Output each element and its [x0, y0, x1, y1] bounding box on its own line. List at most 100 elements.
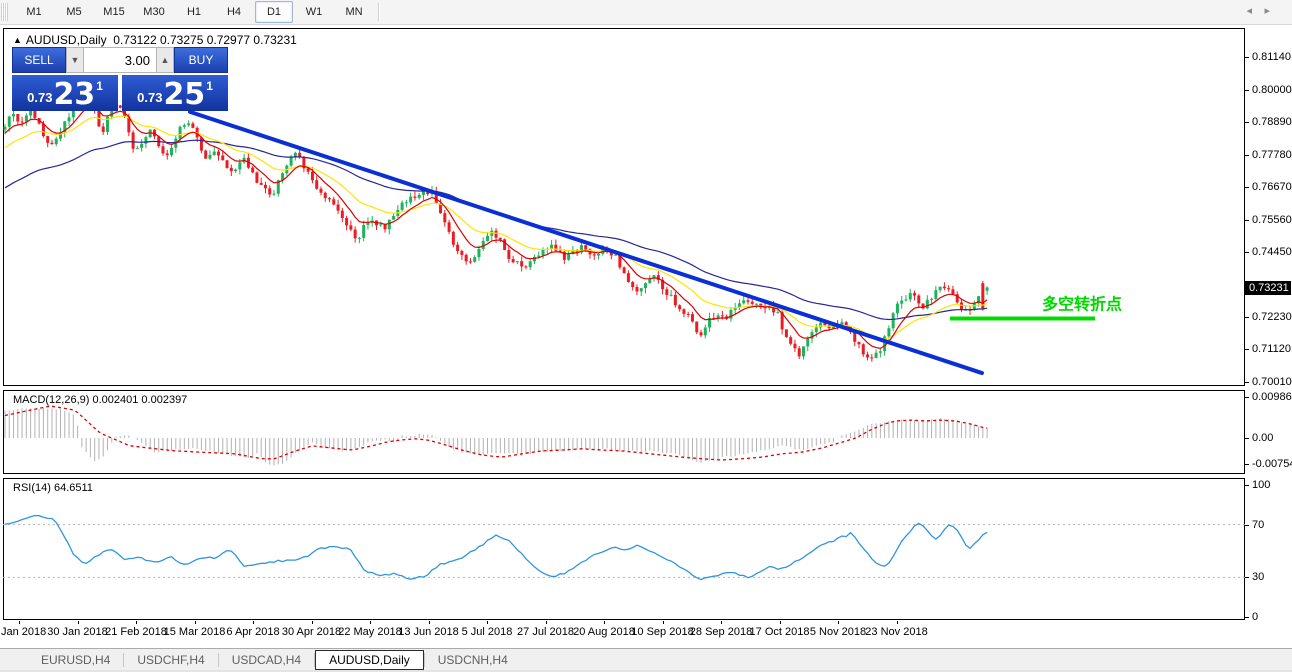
date-tick-mark [19, 621, 20, 624]
sell-button[interactable]: SELL [12, 47, 66, 73]
date-label: 21 Feb 2018 [105, 626, 167, 638]
timeframe-button-m30[interactable]: M30 [135, 1, 173, 23]
price-tick-mark [1245, 122, 1249, 123]
macd-tick-label: -0.007543 [1252, 458, 1292, 470]
date-label: 10 Sep 2018 [631, 626, 693, 638]
rsi-tick-label: 100 [1252, 479, 1270, 491]
date-label: 17 Oct 2018 [750, 626, 810, 638]
buy-price-pips: 25 [163, 81, 205, 109]
timeframe-button-m1[interactable]: M1 [15, 1, 53, 23]
date-tick-mark [429, 621, 430, 624]
rsi-tick-mark [1245, 577, 1249, 578]
date-tick-mark [604, 621, 605, 624]
price-tick-mark [1245, 252, 1249, 253]
date-tick-mark [78, 621, 79, 624]
price-tick-mark [1245, 57, 1249, 58]
timeframe-button-h4[interactable]: H4 [215, 1, 253, 23]
price-tick-mark [1245, 155, 1249, 156]
chart-tab-bar: EURUSD,H4USDCHF,H4USDCAD,H4AUDUSD,DailyU… [0, 648, 1292, 671]
price-tick-label: 0.70010 [1252, 376, 1292, 388]
timeframe-button-mn[interactable]: MN [335, 1, 373, 23]
price-tick-label: 0.72230 [1252, 311, 1292, 323]
mt4-window: M1M5M15M30H1H4D1W1MN 多空转折点 ▲AUDUSD,Daily… [0, 0, 1292, 672]
macd-tick-mark [1245, 464, 1249, 465]
toolbar-grip-icon[interactable] [1, 3, 8, 21]
rsi-label: RSI(14) 64.6511 [13, 482, 93, 494]
sell-price-button[interactable]: 0.73 23 1 [12, 75, 118, 111]
sell-price-base: 0.73 [27, 90, 52, 105]
timeframe-button-m15[interactable]: M15 [95, 1, 133, 23]
date-label: 5 Jul 2018 [462, 626, 513, 638]
tab-scroll-left-icon[interactable]: ◂ [1246, 4, 1252, 17]
date-label: 28 Sep 2018 [690, 626, 752, 638]
macd-indicator-pane[interactable]: MACD(12,26,9) 0.002401 0.002397 [3, 390, 1245, 474]
price-tick-mark [1245, 349, 1249, 350]
date-label: 6 Apr 2018 [226, 626, 279, 638]
buy-button[interactable]: BUY [174, 47, 228, 73]
rsi-tick-label: 0 [1252, 611, 1258, 623]
volume-down-button[interactable]: ▼ [66, 47, 84, 73]
price-tick-label: 0.81140 [1252, 51, 1291, 63]
timeframe-button-h1[interactable]: H1 [175, 1, 213, 23]
date-label: 23 Nov 2018 [865, 626, 927, 638]
tab-scroll-right-icon[interactable]: ▸ [1264, 4, 1270, 17]
chart-tab-usdcnh[interactable]: USDCNH,H4 [425, 650, 521, 670]
date-axis[interactable]: 8 Jan 201830 Jan 201821 Feb 201815 Mar 2… [3, 621, 1245, 645]
date-tick-mark [136, 621, 137, 624]
chart-header: ▲AUDUSD,Daily 0.73122 0.73275 0.72977 0.… [13, 33, 297, 47]
buy-price-pipette: 1 [206, 79, 213, 93]
annotation-text: 多空转折点 [1042, 295, 1122, 314]
date-label: 20 Aug 2018 [573, 626, 635, 638]
date-label: 13 Jun 2018 [398, 626, 459, 638]
date-label: 15 Mar 2018 [164, 626, 226, 638]
toolbar-separator [378, 3, 380, 21]
date-label: 30 Jan 2018 [47, 626, 108, 638]
main-chart-pane[interactable]: 多空转折点 ▲AUDUSD,Daily 0.73122 0.73275 0.72… [3, 28, 1245, 386]
price-axis[interactable]: 0.811400.800000.788900.777800.766700.755… [1245, 28, 1292, 645]
rsi-name: RSI(14) [13, 482, 51, 494]
timeframe-button-m5[interactable]: M5 [55, 1, 93, 23]
price-tick-mark [1245, 220, 1249, 221]
price-tick-label: 0.75560 [1252, 214, 1292, 226]
volume-input[interactable]: 3.00 [84, 47, 156, 73]
sell-price-pips: 23 [53, 81, 95, 109]
chart-tab-usdcad[interactable]: USDCAD,H4 [219, 650, 314, 670]
rsi-value: 64.6511 [54, 482, 93, 494]
macd-tick-label: 0.00 [1252, 432, 1273, 444]
rsi-tick-label: 30 [1252, 571, 1264, 583]
chart-tab-usdchf[interactable]: USDCHF,H4 [124, 650, 217, 670]
date-label: 22 May 2018 [338, 626, 402, 638]
date-tick-mark [546, 621, 547, 624]
date-tick-mark [370, 621, 371, 624]
rsi-chart [3, 478, 1245, 620]
current-price-tag: 0.73231 [1245, 281, 1291, 295]
timeframe-button-w1[interactable]: W1 [295, 1, 333, 23]
price-tick-mark [1245, 382, 1249, 383]
price-tick-label: 0.76670 [1252, 181, 1292, 193]
rsi-tick-mark [1245, 485, 1249, 486]
price-tick-label: 0.71120 [1252, 343, 1291, 355]
date-label: 30 Apr 2018 [282, 626, 341, 638]
date-label: 8 Jan 2018 [0, 626, 46, 638]
price-tick-mark [1245, 187, 1249, 188]
date-tick-mark [721, 621, 722, 624]
rsi-tick-mark [1245, 525, 1249, 526]
rsi-indicator-pane[interactable]: RSI(14) 64.6511 [3, 478, 1245, 620]
chart-tab-eurusd[interactable]: EURUSD,H4 [28, 650, 123, 670]
ohlc-values: 0.73122 0.73275 0.72977 0.73231 [113, 33, 297, 47]
chart-tab-audusd[interactable]: AUDUSD,Daily [315, 650, 424, 670]
date-tick-mark [663, 621, 664, 624]
macd-tick-mark [1245, 438, 1249, 439]
macd-chart [3, 390, 1245, 474]
price-tick-label: 0.77780 [1252, 149, 1292, 161]
date-tick-mark [195, 621, 196, 624]
volume-up-button[interactable]: ▲ [156, 47, 174, 73]
rsi-tick-mark [1245, 617, 1249, 618]
date-tick-mark [312, 621, 313, 624]
date-label: 27 Jul 2018 [517, 626, 574, 638]
buy-price-button[interactable]: 0.73 25 1 [122, 75, 228, 111]
collapse-arrow-icon[interactable]: ▲ [13, 35, 22, 45]
date-tick-mark [253, 621, 254, 624]
timeframe-button-d1[interactable]: D1 [255, 1, 293, 23]
timeframe-buttons: M1M5M15M30H1H4D1W1MN [14, 1, 374, 23]
